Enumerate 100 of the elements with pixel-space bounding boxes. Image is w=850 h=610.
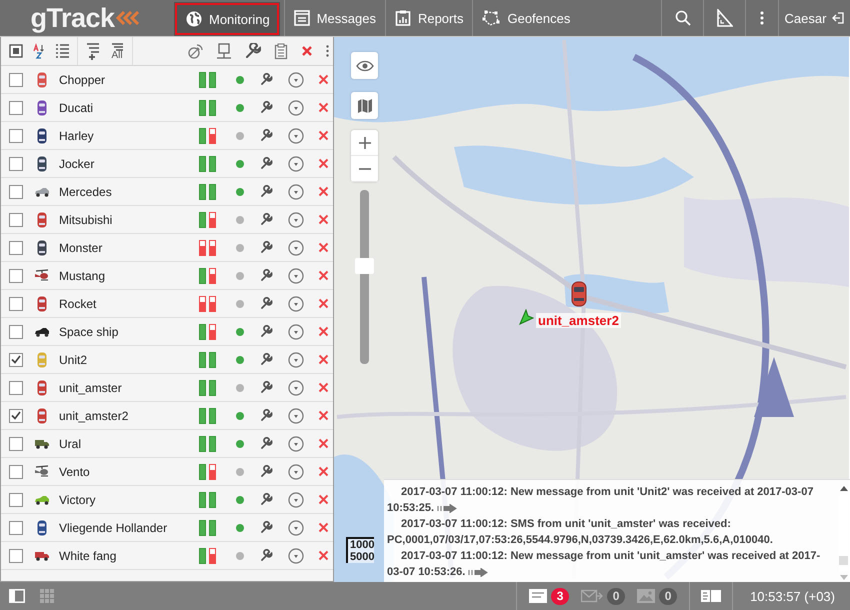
settings-button[interactable] xyxy=(260,493,273,506)
dropdown-button[interactable] xyxy=(288,464,304,480)
delete-button[interactable] xyxy=(318,74,329,85)
add-to-list-button[interactable] xyxy=(86,42,100,60)
nav-tab[interactable]: Messages xyxy=(284,0,385,36)
settings-button[interactable] xyxy=(260,409,273,422)
checkbox[interactable] xyxy=(9,436,23,450)
delete-button[interactable] xyxy=(318,102,329,113)
settings-button[interactable] xyxy=(260,465,273,478)
settings-button[interactable] xyxy=(260,129,273,142)
sort-button[interactable] xyxy=(33,43,45,59)
delete-button[interactable] xyxy=(318,438,329,449)
visibility-button[interactable] xyxy=(351,52,378,79)
unit-name[interactable]: Mitsubishi xyxy=(59,212,194,226)
settings-button[interactable] xyxy=(260,381,273,394)
dropdown-button[interactable] xyxy=(288,72,304,88)
dropdown-button[interactable] xyxy=(288,436,304,452)
unit-name[interactable]: Monster xyxy=(59,240,194,254)
dropdown-button[interactable] xyxy=(288,492,304,508)
checkbox[interactable] xyxy=(9,240,23,254)
checkbox[interactable] xyxy=(9,184,23,198)
slider-thumb[interactable] xyxy=(355,258,374,274)
unit-name[interactable]: Harley xyxy=(59,128,194,142)
checkbox[interactable] xyxy=(9,128,23,142)
checkbox[interactable] xyxy=(9,212,23,226)
unit-name[interactable]: Jocker xyxy=(59,156,194,170)
delete-button[interactable] xyxy=(318,494,329,505)
settings-button[interactable] xyxy=(260,241,273,254)
delete-button[interactable] xyxy=(318,298,329,309)
dropdown-button[interactable] xyxy=(288,352,304,368)
clipboard-button[interactable] xyxy=(274,42,288,60)
checkbox[interactable] xyxy=(9,408,23,422)
delete-button[interactable] xyxy=(318,270,329,281)
settings-button[interactable] xyxy=(260,325,273,338)
delete-button[interactable] xyxy=(318,466,329,477)
dropdown-button[interactable] xyxy=(288,128,304,144)
settings-button[interactable] xyxy=(260,353,273,366)
delete-button[interactable] xyxy=(318,130,329,141)
unit-name[interactable]: Vento xyxy=(59,464,194,478)
dropdown-button[interactable] xyxy=(288,156,304,172)
arrow-icon[interactable] xyxy=(468,568,488,577)
delete-button[interactable] xyxy=(318,242,329,253)
delete-button[interactable] xyxy=(318,158,329,169)
unit-name[interactable]: Space ship xyxy=(59,324,194,338)
unit-name[interactable]: Ducati xyxy=(59,100,194,114)
delete-all-button[interactable] xyxy=(301,45,313,57)
settings-button[interactable] xyxy=(260,101,273,114)
delete-button[interactable] xyxy=(318,550,329,561)
delete-button[interactable] xyxy=(318,186,329,197)
dropdown-button[interactable] xyxy=(288,380,304,396)
user-button[interactable]: Caesar xyxy=(778,0,850,36)
unit-name[interactable]: Rocket xyxy=(59,296,194,310)
dropdown-button[interactable] xyxy=(288,520,304,536)
delete-button[interactable] xyxy=(318,522,329,533)
counter-button[interactable]: 3 xyxy=(529,588,570,604)
list-button[interactable] xyxy=(55,43,69,59)
unit-name[interactable]: Victory xyxy=(59,492,194,506)
dropdown-button[interactable] xyxy=(288,240,304,256)
dropdown-button[interactable] xyxy=(288,296,304,312)
settings-button[interactable] xyxy=(260,437,273,450)
map-layers-button[interactable] xyxy=(351,92,378,119)
unit-name[interactable]: Ural xyxy=(59,436,194,450)
settings-button[interactable] xyxy=(260,269,273,282)
nav-tab[interactable]: Reports xyxy=(384,0,472,36)
connection-button[interactable] xyxy=(216,43,232,59)
more-button[interactable] xyxy=(326,45,329,57)
checkbox[interactable] xyxy=(9,380,23,394)
unit-name[interactable]: Chopper xyxy=(59,72,194,86)
dropdown-button[interactable] xyxy=(288,184,304,200)
satellite-button[interactable] xyxy=(186,42,203,60)
layout-button[interactable] xyxy=(689,582,734,610)
dropdown-button[interactable] xyxy=(288,324,304,340)
delete-button[interactable] xyxy=(318,214,329,225)
settings-button[interactable] xyxy=(260,213,273,226)
add-all-button[interactable]: All xyxy=(110,42,124,60)
delete-button[interactable] xyxy=(318,382,329,393)
delete-button[interactable] xyxy=(318,410,329,421)
zoom-slider[interactable] xyxy=(355,190,374,364)
checkbox[interactable] xyxy=(9,100,23,114)
delete-button[interactable] xyxy=(318,354,329,365)
unit-name[interactable]: White fang xyxy=(59,548,194,562)
dropdown-button[interactable] xyxy=(288,100,304,116)
settings-button[interactable] xyxy=(245,43,261,59)
counter-button[interactable]: 0 xyxy=(637,588,678,604)
settings-button[interactable] xyxy=(260,521,273,534)
nav-tab[interactable]: Geofences xyxy=(472,0,580,36)
checkbox[interactable] xyxy=(9,464,23,478)
settings-button[interactable] xyxy=(260,297,273,310)
dropdown-button[interactable] xyxy=(288,408,304,424)
checkbox[interactable] xyxy=(9,492,23,506)
unit-name[interactable]: unit_amster2 xyxy=(59,408,194,422)
unit-name[interactable]: Unit2 xyxy=(59,352,194,366)
checkbox[interactable] xyxy=(9,324,23,338)
counter-button[interactable]: 0 xyxy=(581,588,626,604)
dropdown-button[interactable] xyxy=(288,212,304,228)
unit-name[interactable]: Mercedes xyxy=(59,184,194,198)
select-all-button[interactable] xyxy=(9,44,23,58)
settings-button[interactable] xyxy=(260,549,273,562)
delete-button[interactable] xyxy=(318,326,329,337)
settings-button[interactable] xyxy=(260,73,273,86)
